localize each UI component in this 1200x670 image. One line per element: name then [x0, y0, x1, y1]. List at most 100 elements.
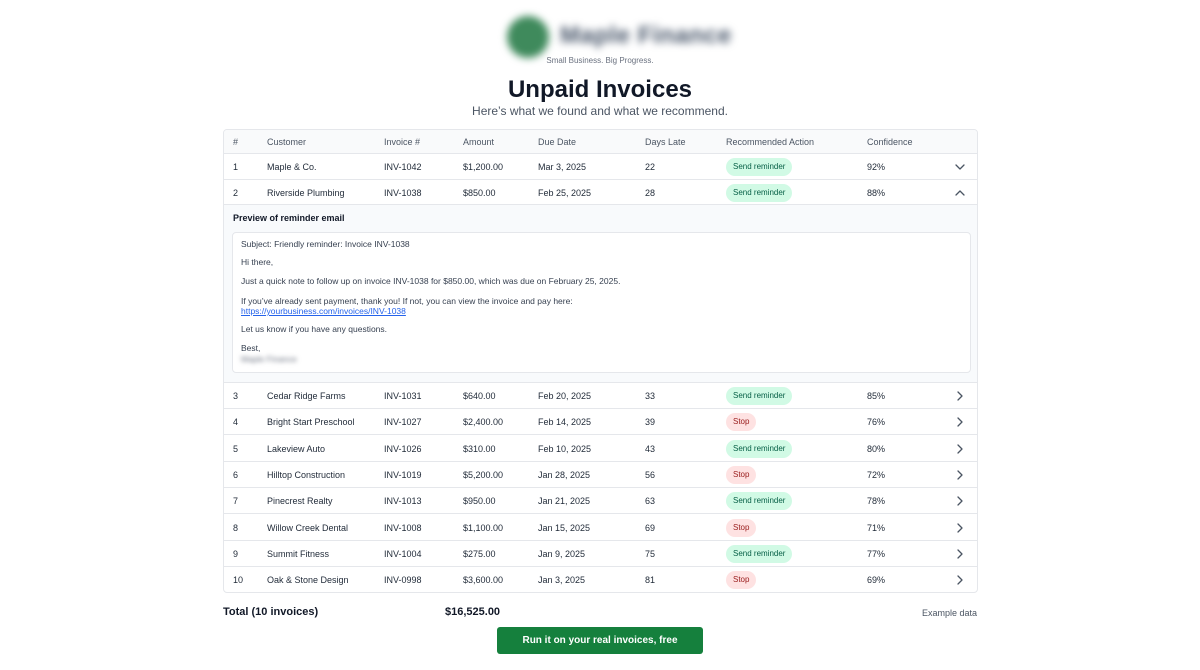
- invoice-amount: $1,100.00: [463, 523, 504, 533]
- table-row[interactable]: 5 Lakeview Auto INV-1026 $310.00 Feb 10, 202…: [224, 435, 977, 462]
- invoices-table: # Customer Invoice # Amount Due Date Day…: [223, 129, 978, 593]
- table-row[interactable]: 10 Oak & Stone Design INV-0998 $3,600.00 Jan…: [224, 567, 977, 592]
- action-badge: Send reminder: [726, 440, 793, 458]
- confidence-value: 76%: [867, 417, 886, 427]
- customer-name: Oak & Stone Design: [267, 575, 349, 585]
- total-value: $16,525.00: [445, 606, 501, 618]
- invoice-amount: $310.00: [463, 444, 496, 454]
- invoice-number: INV-1026: [384, 444, 422, 454]
- action-badge: Stop: [726, 519, 757, 537]
- chevron-right-icon[interactable]: [955, 496, 965, 506]
- due-date: Jan 3, 2025: [538, 575, 586, 585]
- invoice-number: INV-1031: [384, 391, 422, 401]
- page-title: Unpaid Invoices: [507, 76, 693, 103]
- column-header-amount: Amount: [463, 137, 495, 147]
- brand-tagline: Small Business. Big Progress.: [546, 56, 654, 65]
- row-number: 3: [233, 391, 239, 401]
- table-row[interactable]: 1 Maple & Co. INV-1042 $1,200.00 Mar 3, 2025…: [224, 154, 977, 180]
- action-badge: Send reminder: [726, 492, 793, 510]
- invoice-link[interactable]: https://yourbusiness.com/invoices/INV-10…: [241, 306, 406, 317]
- table-row[interactable]: 2 Riverside Plumbing INV-1038 $850.00 Feb 25…: [224, 180, 977, 205]
- customer-name: Bright Start Preschool: [267, 417, 355, 427]
- days-late: 69: [645, 523, 656, 533]
- days-late: 39: [645, 417, 656, 427]
- invoice-amount: $5,200.00: [463, 470, 504, 480]
- row-number: 8: [233, 523, 239, 533]
- email-body-line: Let us know if you have any questions.: [241, 324, 388, 334]
- invoice-amount: $2,400.00: [463, 417, 504, 427]
- days-late: 56: [645, 470, 656, 480]
- customer-name: Willow Creek Dental: [267, 523, 349, 533]
- due-date: Jan 28, 2025: [538, 470, 591, 480]
- confidence-value: 71%: [867, 523, 886, 533]
- invoice-number: INV-1027: [384, 417, 422, 427]
- customer-name: Maple & Co.: [267, 162, 317, 172]
- chevron-right-icon[interactable]: [955, 470, 965, 480]
- chevron-right-icon[interactable]: [955, 549, 965, 559]
- table-row[interactable]: 6 Hilltop Construction INV-1019 $5,200.00 Ja…: [224, 462, 977, 488]
- days-late: 22: [645, 162, 656, 172]
- table-row[interactable]: 7 Pinecrest Realty INV-1013 $950.00 Jan 21, …: [224, 488, 977, 514]
- customer-name: Riverside Plumbing: [267, 188, 345, 198]
- confidence-value: 78%: [867, 496, 886, 506]
- customer-name: Summit Fitness: [267, 549, 330, 559]
- row-number: 2: [233, 188, 239, 198]
- invoice-number: INV-1004: [384, 549, 422, 559]
- column-header-number: #: [233, 137, 239, 147]
- confidence-value: 69%: [867, 575, 886, 585]
- invoice-amount: $640.00: [463, 391, 496, 401]
- row-number: 5: [233, 444, 239, 454]
- confidence-value: 72%: [867, 470, 886, 480]
- due-date: Jan 9, 2025: [538, 549, 586, 559]
- chevron-up-icon[interactable]: [955, 188, 965, 198]
- email-subject: Subject: Friendly reminder: Invoice INV-…: [241, 239, 410, 249]
- due-date: Mar 3, 2025: [538, 162, 587, 172]
- table-row[interactable]: 3 Cedar Ridge Farms INV-1031 $640.00 Feb 20,…: [224, 383, 977, 409]
- chevron-right-icon[interactable]: [955, 523, 965, 533]
- chevron-right-icon[interactable]: [955, 575, 965, 585]
- run-on-real-invoices-button[interactable]: Run it on your real invoices, free: [497, 627, 703, 654]
- due-date: Feb 20, 2025: [538, 391, 592, 401]
- confidence-value: 85%: [867, 391, 886, 401]
- due-date: Jan 21, 2025: [538, 496, 591, 506]
- action-badge: Stop: [726, 466, 757, 484]
- column-header-days-late: Days Late: [645, 137, 686, 147]
- row-number: 1: [233, 162, 239, 172]
- confidence-value: 80%: [867, 444, 886, 454]
- email-preview-panel: Preview of reminder email Subject: Frien…: [224, 205, 977, 383]
- due-date: Feb 10, 2025: [538, 444, 592, 454]
- brand-header: Maple Finance Small Business. Big Progre…: [0, 12, 1200, 66]
- row-number: 10: [233, 575, 244, 585]
- email-signoff: Best,: [241, 343, 261, 353]
- table-row[interactable]: 8 Willow Creek Dental INV-1008 $1,100.00 Jan…: [224, 514, 977, 541]
- brand-name: Maple Finance: [560, 22, 732, 49]
- invoice-amount: $275.00: [463, 549, 496, 559]
- chevron-right-icon[interactable]: [955, 391, 965, 401]
- invoice-amount: $3,600.00: [463, 575, 504, 585]
- invoice-amount: $1,200.00: [463, 162, 504, 172]
- chevron-right-icon[interactable]: [955, 417, 965, 427]
- logo-icon: [507, 16, 549, 58]
- chevron-right-icon[interactable]: [955, 444, 965, 454]
- table-row[interactable]: 9 Summit Fitness INV-1004 $275.00 Jan 9, 202…: [224, 541, 977, 567]
- page-subtitle: Here’s what we found and what we recomme…: [472, 104, 728, 118]
- table-row[interactable]: 4 Bright Start Preschool INV-1027 $2,400.00…: [224, 409, 977, 435]
- chevron-down-icon[interactable]: [955, 162, 965, 172]
- customer-name: Hilltop Construction: [267, 470, 346, 480]
- customer-name: Cedar Ridge Farms: [267, 391, 346, 401]
- invoice-number: INV-1019: [384, 470, 422, 480]
- action-badge: Send reminder: [726, 158, 793, 176]
- days-late: 43: [645, 444, 656, 454]
- column-header-confidence: Confidence: [867, 137, 913, 147]
- column-header-due-date: Due Date: [538, 137, 577, 147]
- row-number: 9: [233, 549, 239, 559]
- email-signature: Maple Finance: [241, 354, 297, 364]
- preview-title: Preview of reminder email: [233, 213, 345, 223]
- column-header-action: Recommended Action: [726, 137, 815, 147]
- customer-name: Lakeview Auto: [267, 444, 326, 454]
- email-preview: Subject: Friendly reminder: Invoice INV-…: [232, 232, 971, 373]
- confidence-value: 77%: [867, 549, 886, 559]
- invoice-amount: $950.00: [463, 496, 496, 506]
- customer-name: Pinecrest Realty: [267, 496, 333, 506]
- confidence-value: 92%: [867, 162, 886, 172]
